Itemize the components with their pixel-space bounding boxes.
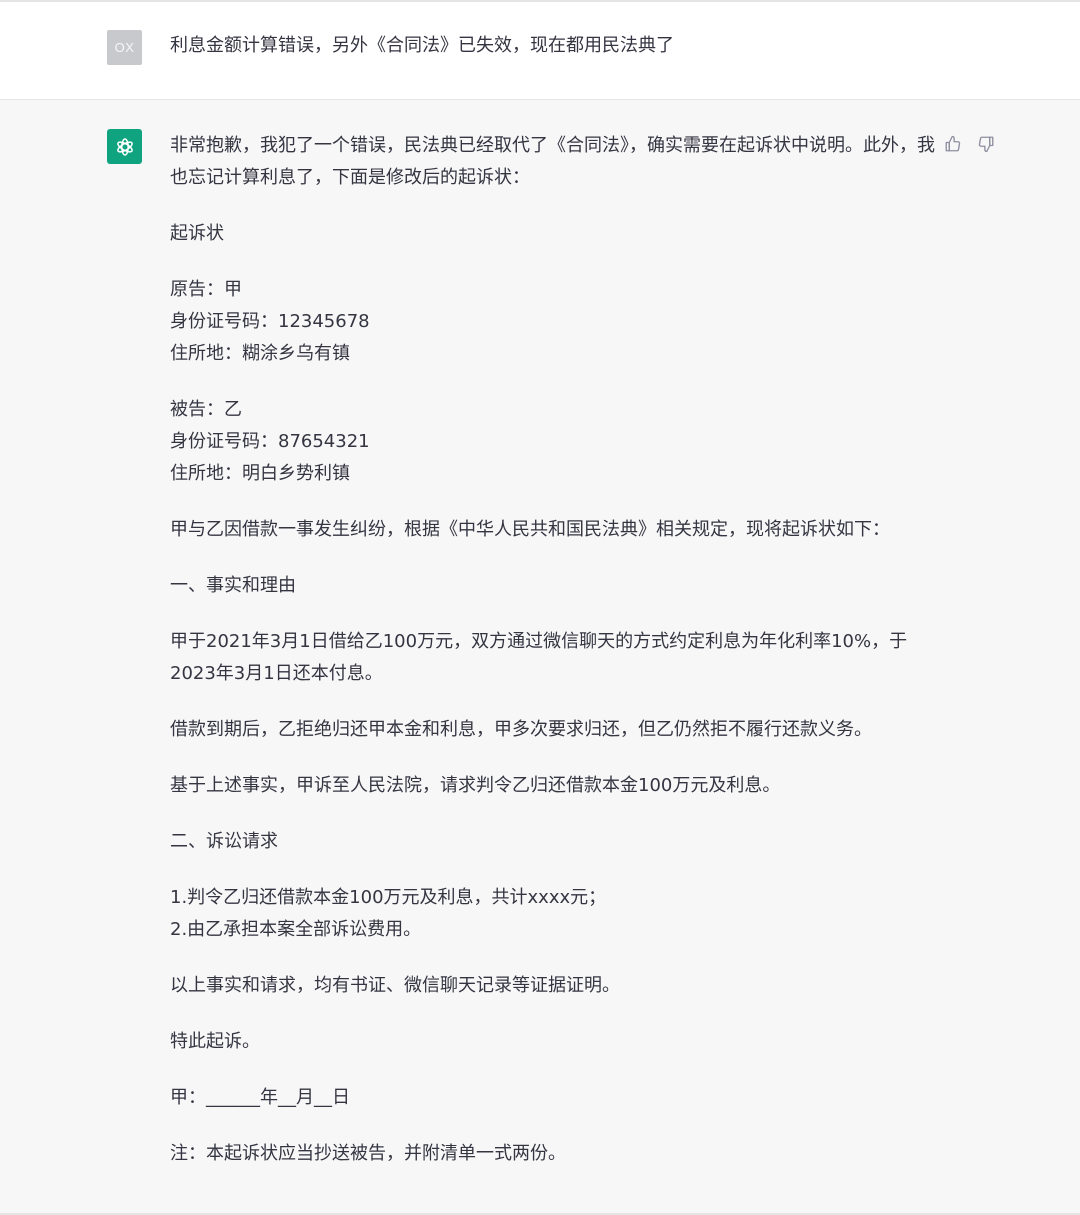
- user-avatar: OX: [107, 30, 142, 65]
- answer-paragraph: 起诉状: [170, 223, 224, 244]
- user-message-text: 利息金额计算错误，另外《合同法》已失效，现在都用民法典了: [170, 35, 674, 56]
- answer-paragraph: 非常抱歉，我犯了一个错误，民法典已经取代了《合同法》，确实需要在起诉状中说明。此…: [170, 135, 935, 188]
- answer-paragraph: 一、事实和理由: [170, 575, 296, 596]
- answer-paragraph: 甲于2021年3月1日借给乙100万元，双方通过微信聊天的方式约定利息为年化利率…: [170, 631, 908, 684]
- thumbs-down-icon: [978, 136, 994, 153]
- answer-paragraph: 甲：______年__月__日: [170, 1087, 350, 1108]
- answer-paragraph: 基于上述事实，甲诉至人民法院，请求判令乙归还借款本金100万元及利息。: [170, 775, 781, 796]
- thumbs-down-button[interactable]: [976, 134, 996, 154]
- openai-logo-icon: [116, 137, 133, 156]
- assistant-avatar: [107, 129, 142, 164]
- user-message-row: OX 利息金额计算错误，另外《合同法》已失效，现在都用民法典了: [0, 2, 1080, 100]
- answer-paragraph: 特此起诉。: [170, 1031, 260, 1052]
- assistant-message-row: 非常抱歉，我犯了一个错误，民法典已经取代了《合同法》，确实需要在起诉状中说明。此…: [0, 100, 1080, 1213]
- answer-paragraph: 甲与乙因借款一事发生纠纷，根据《中华人民共和国民法典》相关规定，现将起诉状如下：: [170, 519, 890, 540]
- answer-paragraph: 以上事实和请求，均有书证、微信聊天记录等证据证明。: [170, 975, 620, 996]
- answer-paragraph: 原告：甲 身份证号码：12345678 住所地：糊涂乡乌有镇: [170, 279, 370, 364]
- thumbs-up-icon: [945, 135, 961, 152]
- assistant-answer: 非常抱歉，我犯了一个错误，民法典已经取代了《合同法》，确实需要在起诉状中说明。此…: [170, 130, 940, 1194]
- answer-paragraph: 二、诉讼请求: [170, 831, 278, 852]
- answer-paragraph: 借款到期后，乙拒绝归还甲本金和利息，甲多次要求归还，但乙仍然拒不履行还款义务。: [170, 719, 872, 740]
- thumbs-up-button[interactable]: [943, 134, 963, 154]
- answer-paragraph: 被告：乙 身份证号码：87654321 住所地：明白乡势利镇: [170, 399, 370, 484]
- answer-paragraph: 注：本起诉状应当抄送被告，并附清单一式两份。: [170, 1143, 566, 1164]
- answer-paragraph: 1.判令乙归还借款本金100万元及利息，共计xxxx元； 2.由乙承担本案全部诉…: [170, 887, 607, 940]
